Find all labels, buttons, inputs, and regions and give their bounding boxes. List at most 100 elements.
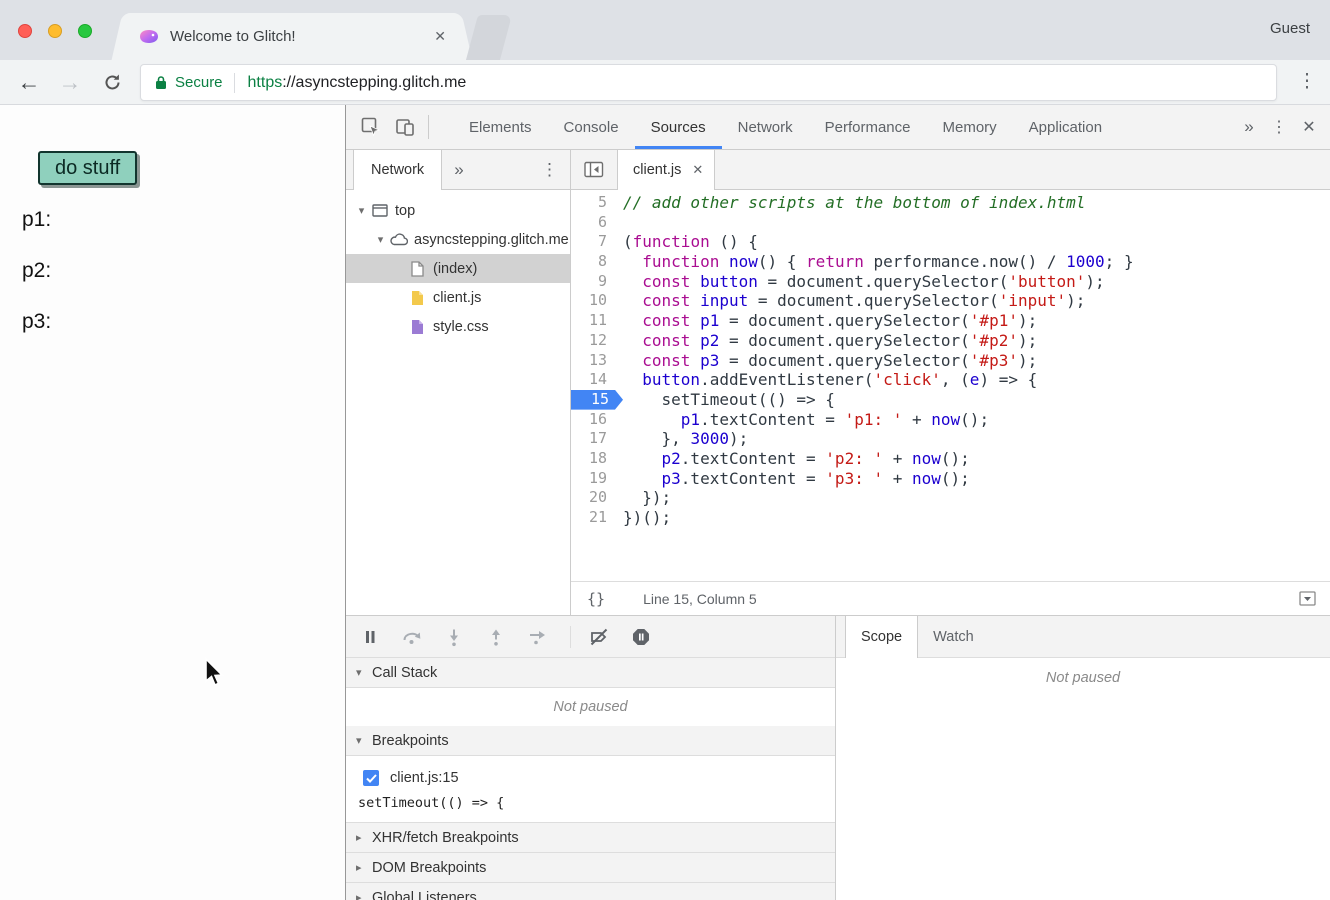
expand-panel-icon[interactable] — [1299, 591, 1316, 606]
tree-item-label: (index) — [433, 261, 477, 277]
tree-item-top[interactable]: ▾top — [346, 196, 570, 225]
gutter-line-10[interactable]: 10 — [571, 291, 615, 311]
devtools-tab-memory[interactable]: Memory — [927, 105, 1013, 149]
gutter-line-7[interactable]: 7 — [571, 232, 615, 252]
minimize-window-button[interactable] — [48, 24, 62, 38]
gutter-line-12[interactable]: 12 — [571, 331, 615, 351]
code-token — [623, 351, 642, 370]
breakpoints-section-header[interactable]: Breakpoints — [346, 726, 835, 756]
code-line-8[interactable]: function now() { return performance.now(… — [615, 252, 1330, 272]
tree-item-asyncstepping-glitch-me[interactable]: ▾asyncstepping.glitch.me — [346, 225, 570, 254]
devtools-tab-application[interactable]: Application — [1013, 105, 1118, 149]
device-toolbar-icon[interactable] — [388, 105, 422, 149]
do-stuff-button[interactable]: do stuff — [38, 151, 137, 185]
devtools-close-icon[interactable] — [1294, 117, 1324, 137]
devtools-menu-icon[interactable] — [1264, 117, 1294, 137]
code-line-5[interactable]: // add other scripts at the bottom of in… — [615, 193, 1330, 213]
devtools-tab-performance[interactable]: Performance — [809, 105, 927, 149]
navigator-more-tabs-icon[interactable] — [442, 150, 475, 189]
tree-item-client-js[interactable]: client.js — [346, 283, 570, 312]
code-line-7[interactable]: (function () { — [615, 232, 1330, 252]
navigator-menu-icon[interactable] — [529, 150, 570, 189]
pause-on-exceptions-icon[interactable] — [629, 625, 653, 649]
gutter-line-11[interactable]: 11 — [571, 311, 615, 331]
new-tab-button[interactable] — [466, 15, 512, 60]
code-line-21[interactable]: })(); — [615, 508, 1330, 528]
tab-scope[interactable]: Scope — [845, 616, 918, 658]
editor-tab-client-js[interactable]: client.js — [617, 150, 715, 190]
code-line-11[interactable]: const p1 = document.querySelector('#p1')… — [615, 311, 1330, 331]
gutter-line-8[interactable]: 8 — [571, 252, 615, 272]
dom-breakpoints-section-header[interactable]: DOM Breakpoints — [346, 853, 835, 883]
gutter-line-6[interactable]: 6 — [571, 213, 615, 233]
tab-watch[interactable]: Watch — [918, 616, 989, 657]
back-button[interactable] — [14, 60, 44, 104]
code-line-14[interactable]: button.addEventListener('click', (e) => … — [615, 370, 1330, 390]
code-line-17[interactable]: }, 3000); — [615, 429, 1330, 449]
breakpoint-entry[interactable]: client.js:15 setTimeout(() => { — [346, 756, 835, 823]
triangle-right-icon — [356, 831, 372, 844]
code-token: ) => { — [979, 370, 1037, 389]
code-line-12[interactable]: const p2 = document.querySelector('#p2')… — [615, 331, 1330, 351]
gutter-line-19[interactable]: 19 — [571, 469, 615, 489]
gutter-line-17[interactable]: 17 — [571, 429, 615, 449]
code-line-10[interactable]: const input = document.querySelector('in… — [615, 291, 1330, 311]
gutter-line-16[interactable]: 16 — [571, 410, 615, 430]
gutter-line-14[interactable]: 14 — [571, 370, 615, 390]
inspect-element-icon[interactable] — [354, 105, 388, 149]
code-token: 'click' — [873, 370, 940, 389]
zoom-window-button[interactable] — [78, 24, 92, 38]
step-icon[interactable] — [526, 625, 550, 649]
breakpoint-checkbox[interactable] — [363, 770, 379, 786]
code-line-15[interactable]: setTimeout(() => { — [615, 390, 1330, 410]
address-bar[interactable]: Secure https://asyncstepping.glitch.me — [140, 64, 1277, 101]
gutter-line-21[interactable]: 21 — [571, 508, 615, 528]
tree-item-index[interactable]: (index) — [346, 254, 570, 283]
code-token: return — [806, 252, 864, 271]
expander-down-icon[interactable]: ▾ — [373, 233, 388, 246]
step-out-icon[interactable] — [484, 625, 508, 649]
code-line-16[interactable]: p1.textContent = 'p1: ' + now(); — [615, 410, 1330, 430]
pretty-print-icon[interactable] — [587, 590, 605, 608]
browser-menu-icon[interactable] — [1294, 70, 1320, 93]
gutter-line-5[interactable]: 5 — [571, 193, 615, 213]
forward-button[interactable] — [55, 60, 85, 104]
breakpoint-marker[interactable]: 15 — [571, 390, 623, 410]
gutter-line-18[interactable]: 18 — [571, 449, 615, 469]
profile-label[interactable]: Guest — [1270, 20, 1310, 37]
editor-tab-close-icon[interactable] — [692, 162, 703, 178]
code-token: function — [633, 232, 710, 251]
xhr-breakpoints-section-header[interactable]: XHR/fetch Breakpoints — [346, 823, 835, 853]
reload-button[interactable] — [97, 60, 127, 104]
devtools-tab-console[interactable]: Console — [548, 105, 635, 149]
code-line-18[interactable]: p2.textContent = 'p2: ' + now(); — [615, 449, 1330, 469]
close-window-button[interactable] — [18, 24, 32, 38]
devtools-tab-elements[interactable]: Elements — [453, 105, 548, 149]
tab-close-icon[interactable] — [434, 28, 446, 45]
gutter-line-9[interactable]: 9 — [571, 272, 615, 292]
gutter-line-15[interactable]: 15 — [571, 390, 615, 410]
code-line-19[interactable]: p3.textContent = 'p3: ' + now(); — [615, 469, 1330, 489]
browser-tab[interactable]: Welcome to Glitch! — [126, 13, 458, 60]
gutter-line-13[interactable]: 13 — [571, 351, 615, 371]
deactivate-breakpoints-icon[interactable] — [587, 625, 611, 649]
gutter-line-20[interactable]: 20 — [571, 488, 615, 508]
devtools-tab-network[interactable]: Network — [722, 105, 809, 149]
code-line-13[interactable]: const p3 = document.querySelector('#p3')… — [615, 351, 1330, 371]
more-tabs-icon[interactable] — [1234, 117, 1264, 137]
step-into-icon[interactable] — [442, 625, 466, 649]
tree-item-label: style.css — [433, 319, 489, 335]
toggle-navigator-icon[interactable] — [571, 150, 617, 189]
devtools-tab-sources[interactable]: Sources — [635, 105, 722, 149]
pause-icon[interactable] — [358, 625, 382, 649]
global-listeners-section-header[interactable]: Global Listeners — [346, 883, 835, 900]
tree-item-style-css[interactable]: style.css — [346, 312, 570, 341]
step-over-icon[interactable] — [400, 625, 424, 649]
navigator-tab-network[interactable]: Network — [353, 150, 442, 190]
code-line-20[interactable]: }); — [615, 488, 1330, 508]
expander-down-icon[interactable]: ▾ — [354, 204, 369, 217]
url-text[interactable]: https://asyncstepping.glitch.me — [248, 74, 467, 92]
call-stack-section-header[interactable]: Call Stack — [346, 658, 835, 688]
code-line-9[interactable]: const button = document.querySelector('b… — [615, 272, 1330, 292]
code-line-6[interactable] — [615, 213, 1330, 233]
